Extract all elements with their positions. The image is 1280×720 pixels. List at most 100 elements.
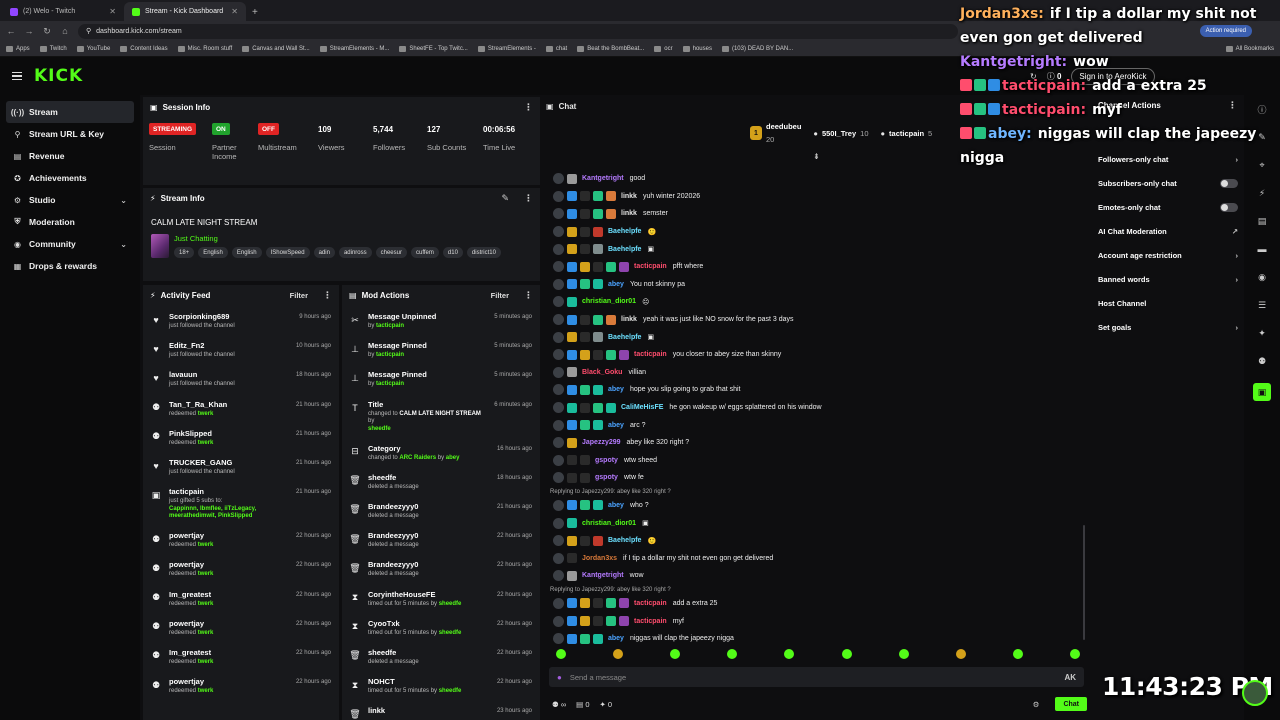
more-options-icon[interactable]: ⋮ [524,290,533,301]
avatar[interactable] [553,384,564,396]
avatar[interactable] [553,173,564,185]
bookmark-item[interactable]: ocr [654,45,673,52]
avatar[interactable] [553,296,564,308]
bookmark-item[interactable]: StreamElements - M... [319,45,389,52]
activity-username[interactable]: Im_greatest [169,648,288,657]
emote-icon[interactable] [1012,649,1023,659]
collapse-icon[interactable]: ⇟ [813,152,820,161]
close-icon[interactable]: ✕ [231,7,238,16]
mod-action-user[interactable]: ARC Raiders [399,455,436,461]
bookmark-item[interactable]: SheetFE - Top Twitc... [399,45,468,52]
mod-action-title[interactable]: CyooTxk [368,619,489,628]
stream-tag[interactable]: English [231,247,262,258]
sidebar-item-community[interactable]: ◉ Community ⌄ [6,233,134,255]
mod-action-title[interactable]: Category [368,444,489,453]
avatar[interactable] [553,535,564,547]
wrench-icon[interactable]: ✦ [1256,327,1268,339]
settings-icon[interactable]: ⚙ [1033,700,1040,709]
chat-username[interactable]: tacticpain [634,600,667,607]
mod-action-title[interactable]: CoryintheHouseFE [368,590,489,599]
channel-action-item[interactable]: AI Chat Moderation ↗ [1092,219,1244,243]
bookmark-item[interactable]: StreamElements - [477,45,536,52]
emote-icon[interactable] [556,649,566,659]
chat-username[interactable]: Baehelpfe [608,334,641,341]
bookmark-item[interactable]: (103) DEAD BY DAN... [721,45,793,52]
back-icon[interactable]: ← [6,26,16,36]
channel-action-item[interactable]: Account age restriction › [1092,243,1244,267]
activity-username[interactable]: Tan_T_Ra_Khan [169,400,288,409]
avatar[interactable] [553,517,564,529]
emote-icon[interactable] [955,649,966,659]
stream-tag[interactable]: adinross [338,247,372,258]
activity-username[interactable]: powertjay [169,531,288,540]
mod-action-user[interactable]: tacticpain [376,381,404,387]
avatar[interactable] [553,570,564,582]
more-options-icon[interactable]: ⋮ [323,290,332,301]
channel-action-item[interactable]: Subscribers-only chat [1092,171,1244,195]
activity-username[interactable]: lavauun [169,370,288,379]
channel-action-item[interactable]: Emotes-only chat [1092,195,1244,219]
top-gifter[interactable]: ● tacticpain 5 [881,122,933,144]
mod-action-title[interactable]: Brandeezyyy0 [368,531,489,540]
emote-icon[interactable] [784,649,795,659]
address-bar[interactable]: ⚲ dashboard.kick.com/stream [78,23,958,39]
avatar[interactable] [553,243,564,255]
chat-username[interactable]: Kantgetright [582,572,624,579]
mod-action-user[interactable]: abey [446,455,460,461]
activity-username[interactable]: powertjay [169,619,288,628]
chat-username[interactable]: abey [608,386,624,393]
mod-action-user[interactable]: sheedfe [439,630,462,636]
clipboard-icon[interactable]: ▤ [1256,215,1268,227]
chat-username[interactable]: tacticpain [634,263,667,270]
bookmark-item[interactable]: chat [545,45,567,52]
avatar[interactable] [553,633,564,645]
menu-icon[interactable] [12,70,22,83]
new-tab-icon[interactable]: + [246,7,264,21]
chat-username[interactable]: Japezzy299 [582,439,621,446]
group-icon[interactable]: ⚉ [1256,355,1268,367]
mod-action-user[interactable]: tacticpain [376,323,404,329]
activity-username[interactable]: TRUCKER_GANG [169,458,288,467]
avatar[interactable] [553,261,564,273]
avatar[interactable] [553,190,564,202]
stream-tag[interactable]: 18+ [174,247,195,258]
toggle-switch[interactable] [1220,178,1238,188]
mod-action-title[interactable]: Message Pinned [368,341,486,350]
chat-username[interactable]: abey [608,422,624,429]
bookmark-item[interactable]: Canvas and Wall St... [242,45,310,52]
avatar[interactable] [553,419,564,431]
mod-action-title[interactable]: linkk [368,706,489,715]
add-widget-icon[interactable]: ▣ [1253,383,1271,401]
emote-icon[interactable] [898,649,909,659]
chat-username[interactable]: Baehelpfe [608,246,641,253]
emote-icon[interactable] [727,649,738,659]
avatar[interactable] [553,615,564,627]
chat-bubble-icon[interactable]: ▬ [1256,243,1268,255]
chat-username[interactable]: Black_Goku [582,369,622,376]
activity-username[interactable]: powertjay [169,677,288,686]
bookmark-item[interactable]: houses [682,45,712,52]
toggle-switch[interactable] [1220,202,1238,212]
stream-tag[interactable]: IShowSpeed [265,247,310,258]
channel-action-item[interactable]: Host Channel [1092,291,1244,315]
mic-icon[interactable]: ● [557,673,562,682]
emote-icon[interactable] [670,649,681,659]
stream-tag[interactable]: adin [313,247,335,258]
chat-username[interactable]: CaliMeHisFE [621,404,663,411]
chat-username[interactable]: abey [608,502,624,509]
avatar[interactable] [553,402,564,414]
chat-username[interactable]: Kantgetright [582,175,624,182]
chat-input[interactable]: ● Send a message AK [549,667,1084,687]
browser-tab[interactable]: (2) Welo - Twitch ✕ [2,2,124,21]
channel-action-item[interactable]: Set goals › [1092,315,1244,339]
activity-username[interactable]: PinkSlipped [169,429,288,438]
more-options-icon[interactable]: ⋮ [524,193,533,204]
mod-action-title[interactable]: Brandeezyyy0 [368,502,489,511]
emote-icon[interactable] [1069,649,1080,659]
bookmark-item[interactable]: YouTube [76,45,110,52]
mod-action-title[interactable]: Message Unpinned [368,312,486,321]
chat-username[interactable]: Baehelpfe [608,537,641,544]
avatar[interactable] [553,314,564,326]
stream-tag[interactable]: district10 [466,247,501,258]
emote-icon[interactable] [841,649,852,659]
